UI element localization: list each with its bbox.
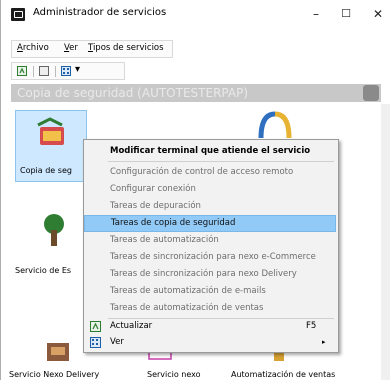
- menu-item-auto-emails[interactable]: Tareas de automatización de e-mails: [84, 283, 336, 300]
- refresh-icon[interactable]: [17, 66, 27, 76]
- header-band: Copia de seguridad (AUTOTESTERPAP): [11, 84, 381, 102]
- view-dropdown-arrow[interactable]: ▾: [75, 64, 80, 75]
- refresh-icon: [90, 321, 101, 332]
- lightbulb-icon: [258, 111, 292, 139]
- toolbar: ▾: [11, 62, 125, 80]
- shortcut-label: F5: [306, 321, 317, 331]
- menu-item-auto-ventas[interactable]: Tareas de automatización de ventas: [84, 300, 336, 317]
- menu-archivo[interactable]: Archivo: [17, 43, 49, 53]
- menu-item-modificar-terminal[interactable]: Modificar terminal que atiende el servic…: [84, 143, 336, 160]
- app-icon: [11, 8, 25, 21]
- menu-ver[interactable]: Ver: [64, 43, 78, 53]
- tree-icon: [44, 214, 64, 246]
- minimize-button[interactable]: –: [301, 4, 331, 24]
- menu-item-control-acceso[interactable]: Configuración de control de acceso remot…: [84, 164, 336, 181]
- delivery-icon: [47, 343, 69, 361]
- view-grid-icon: [90, 337, 101, 348]
- tile-label: Automatización de ventas: [231, 370, 336, 379]
- menu-item-copia-seguridad[interactable]: Tareas de copia de seguridad: [84, 215, 336, 232]
- header-title: Copia de seguridad (AUTOTESTERPAP): [17, 86, 249, 100]
- menu-bar: Archivo Ver Tipos de servicios: [11, 40, 173, 58]
- menu-separator: [108, 161, 334, 162]
- title-bar: Administrador de servicios – ☐ ✕: [1, 0, 390, 28]
- submenu-arrow-icon: ▸: [322, 338, 326, 346]
- backup-icon: [37, 117, 64, 145]
- menu-item-depuracion[interactable]: Tareas de depuración: [84, 198, 336, 215]
- maximize-button[interactable]: ☐: [331, 4, 361, 24]
- menu-item-sync-delivery[interactable]: Tareas de sincronización para nexo Deliv…: [84, 266, 336, 283]
- tile-label: Servicio de Es: [15, 266, 72, 275]
- close-button[interactable]: ✕: [363, 4, 390, 24]
- menu-tipos-de-servicios[interactable]: Tipos de servicios: [88, 43, 164, 53]
- context-menu: Modificar terminal que atiende el servic…: [83, 139, 339, 353]
- tile-label: Copia de seg: [20, 166, 72, 175]
- vertical-scrollbar[interactable]: [381, 104, 390, 380]
- app-window: Administrador de servicios – ☐ ✕ Archivo…: [0, 0, 390, 380]
- menu-item-ver[interactable]: Ver ▸: [84, 334, 336, 351]
- view-grid-icon[interactable]: [61, 66, 71, 76]
- service-tile-estadisticas[interactable]: Servicio de Es: [15, 212, 85, 282]
- tile-label: Servicio Nexo Delivery: [9, 370, 100, 379]
- toolbar-separator: [33, 66, 34, 77]
- menu-item-automatizacion[interactable]: Tareas de automatización: [84, 232, 336, 249]
- menu-item-configurar-conexion[interactable]: Configurar conexión: [84, 181, 336, 198]
- service-tile-backup[interactable]: Copia de seg: [15, 110, 87, 182]
- menu-item-actualizar[interactable]: Actualizar F5: [84, 318, 336, 335]
- window-title: Administrador de servicios: [33, 7, 167, 18]
- properties-icon[interactable]: [39, 66, 49, 76]
- toolbar-separator: [55, 66, 56, 77]
- settings-icon[interactable]: [363, 85, 379, 101]
- menu-item-sync-ecommerce[interactable]: Tareas de sincronización para nexo e-Com…: [84, 249, 336, 266]
- tile-label: Servicio nexo: [147, 370, 201, 379]
